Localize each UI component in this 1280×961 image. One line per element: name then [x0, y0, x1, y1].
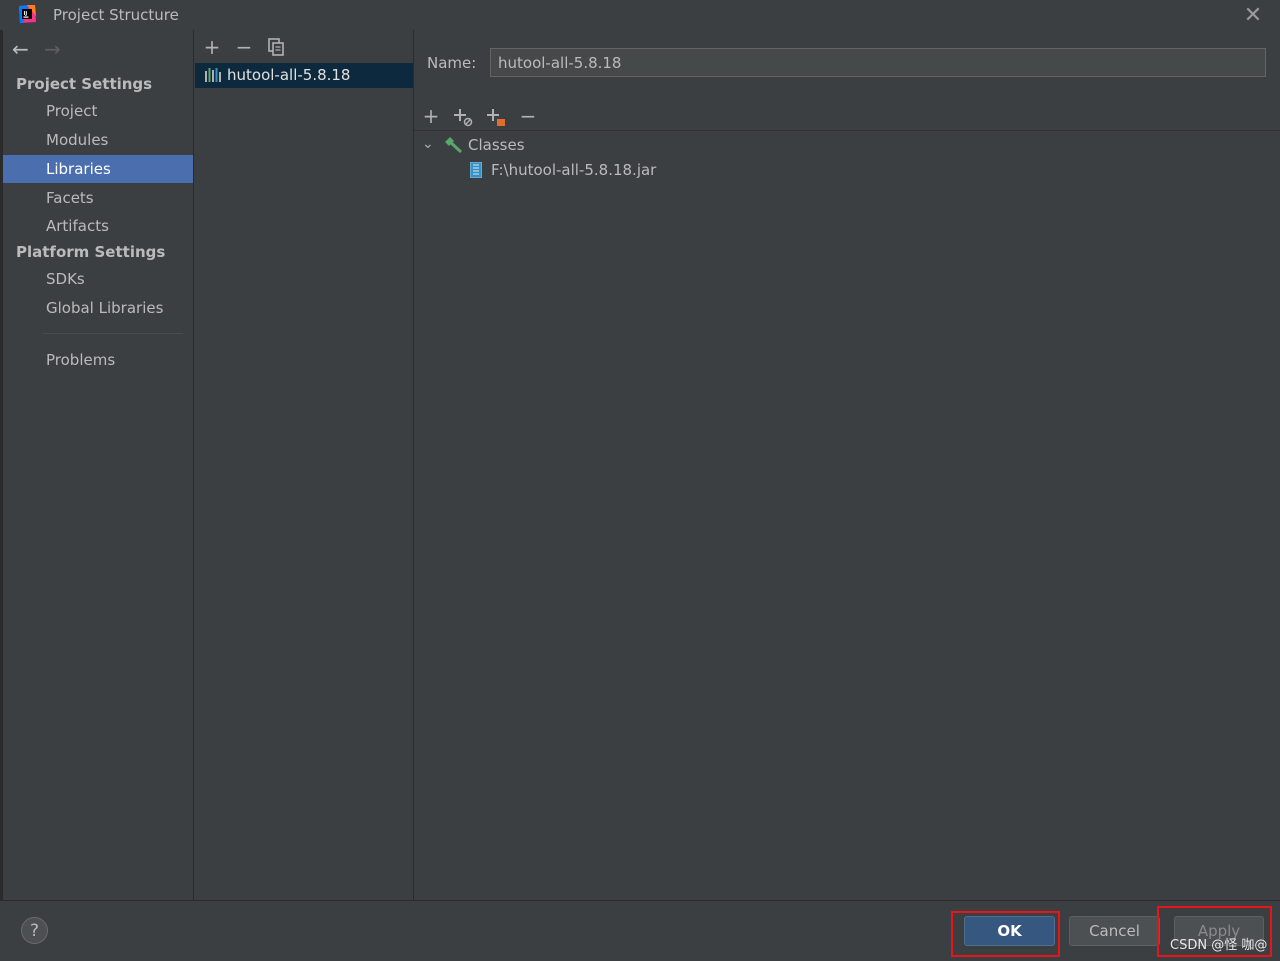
forward-arrow-icon[interactable]: →	[44, 37, 61, 61]
cancel-button[interactable]: Cancel	[1069, 916, 1160, 946]
sidebar-item-facets[interactable]: Facets	[3, 184, 193, 212]
group-title-project-settings: Project Settings	[16, 75, 153, 93]
remove-root-icon[interactable]: −	[517, 104, 539, 128]
sidebar-item-problems[interactable]: Problems	[3, 346, 193, 374]
add-with-options-icon[interactable]	[452, 106, 474, 128]
highlight-box-ok	[951, 911, 1060, 957]
sidebar-divider	[43, 333, 183, 334]
back-arrow-icon[interactable]: ←	[12, 37, 29, 61]
csdn-watermark: CSDN @怪 咖@	[1170, 938, 1268, 953]
sidebar-item-artifacts[interactable]: Artifacts	[3, 212, 193, 240]
sidebar-item-global-libraries[interactable]: Global Libraries	[3, 294, 193, 322]
copy-library-icon[interactable]	[267, 37, 287, 57]
classes-hammer-icon	[445, 137, 463, 153]
chevron-down-icon[interactable]: ⌄	[422, 136, 434, 152]
library-icon	[205, 68, 221, 82]
sidebar-item-libraries[interactable]: Libraries	[3, 155, 193, 183]
add-library-icon[interactable]: +	[201, 35, 223, 59]
svg-text:IJ: IJ	[24, 11, 28, 17]
help-icon[interactable]: ?	[21, 917, 48, 944]
group-title-platform-settings: Platform Settings	[16, 243, 166, 261]
title-bar	[0, 0, 1280, 30]
window-title: Project Structure	[53, 6, 179, 24]
tree-node-classes[interactable]: Classes	[468, 136, 525, 154]
remove-library-icon[interactable]: −	[233, 35, 255, 59]
intellij-app-icon: IJ	[19, 5, 36, 23]
close-icon[interactable]: ✕	[1241, 3, 1265, 28]
library-name-input[interactable]	[490, 48, 1266, 77]
sidebar-item-modules[interactable]: Modules	[3, 126, 193, 154]
library-list-panel	[194, 30, 414, 900]
toolbar-separator	[414, 130, 1280, 131]
jar-file-icon	[470, 162, 482, 178]
add-root-icon[interactable]: +	[420, 104, 442, 128]
add-jar-icon[interactable]	[485, 106, 507, 128]
library-name-label: hutool-all-5.8.18	[227, 66, 351, 84]
sidebar-item-project[interactable]: Project	[3, 97, 193, 125]
sidebar-item-sdks[interactable]: SDKs	[3, 265, 193, 293]
tree-node-jar-path[interactable]: F:\hutool-all-5.8.18.jar	[491, 161, 656, 179]
name-label: Name:	[427, 54, 477, 72]
